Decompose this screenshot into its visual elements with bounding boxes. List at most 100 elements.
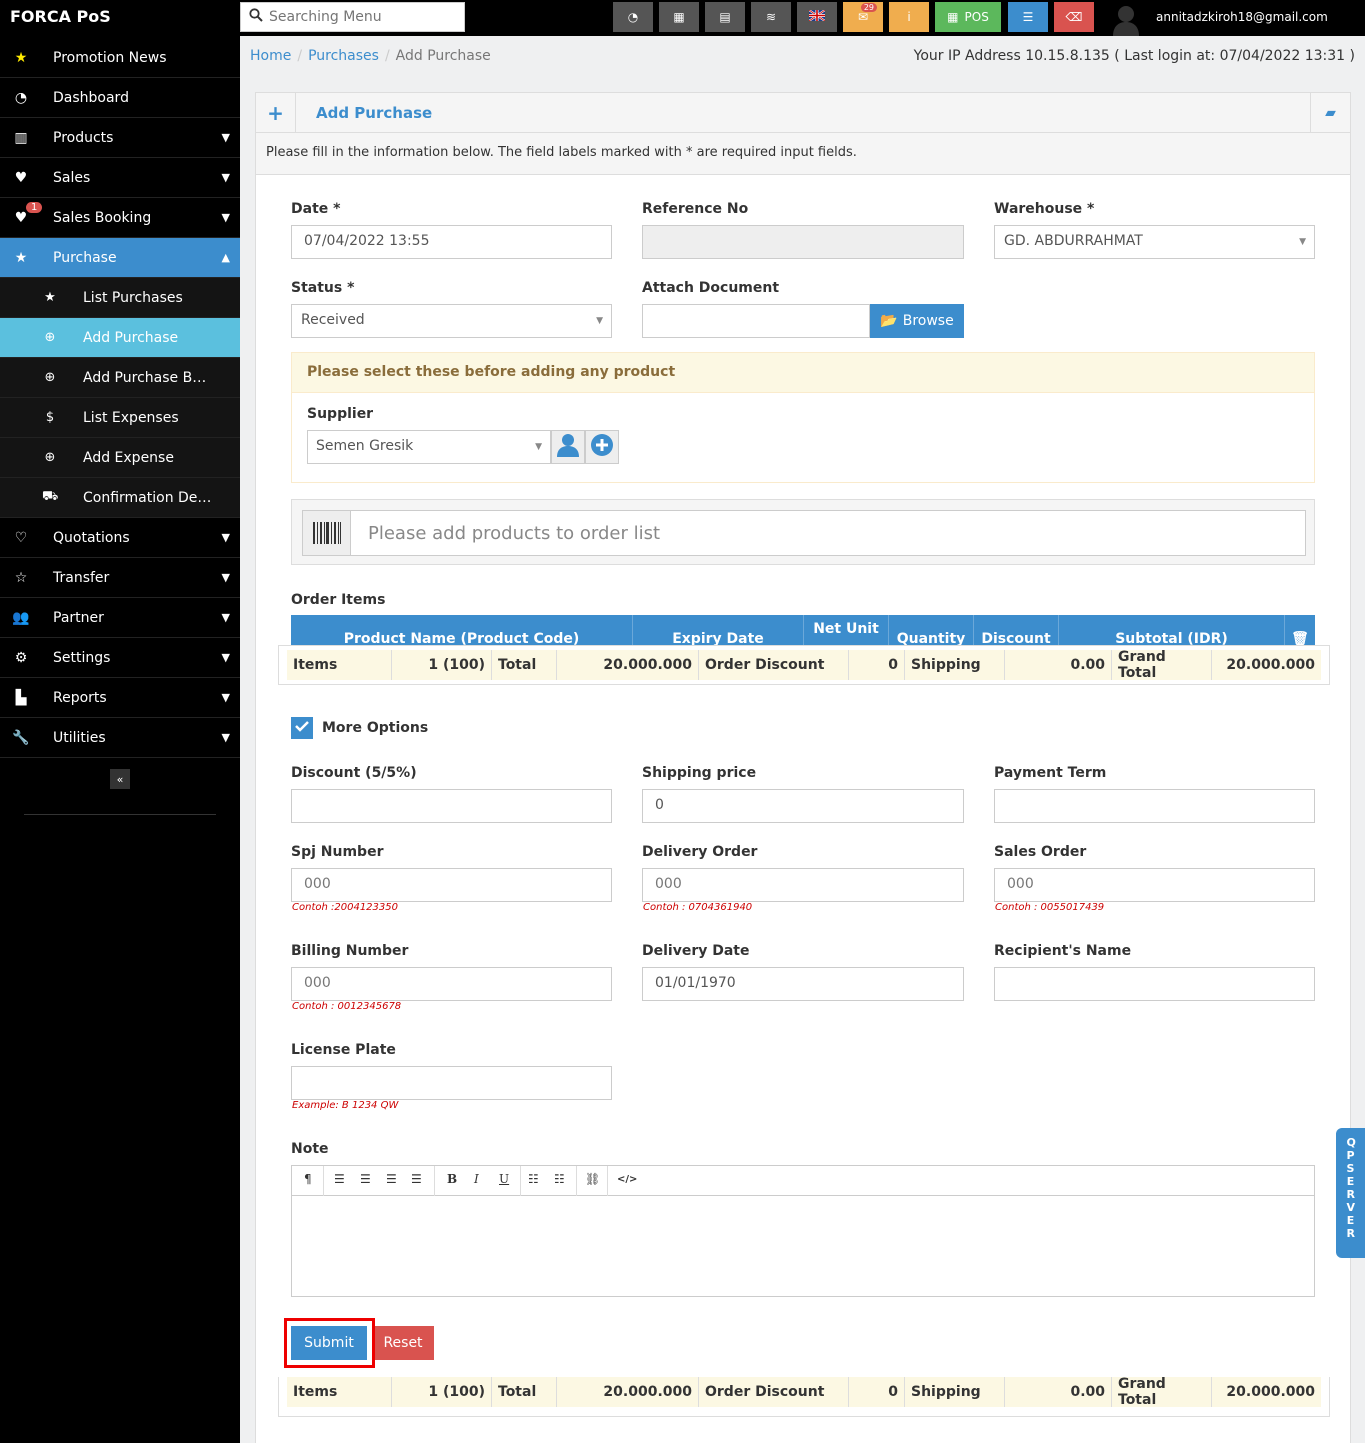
language-button[interactable] xyxy=(797,2,837,32)
attach-document-label: Attach Document xyxy=(642,280,780,296)
billing-number-field[interactable]: 000 xyxy=(291,967,612,1001)
code-view-button[interactable]: </> xyxy=(617,1174,637,1185)
reset-button[interactable]: Reset xyxy=(372,1326,434,1360)
pos-button[interactable]: ▦ POS xyxy=(935,2,1001,32)
trash-icon: 🗑 xyxy=(1291,631,1309,645)
sidebar-item-reports[interactable]: ▙ Reports ▼ xyxy=(0,678,240,718)
sidebar-item-sales-booking[interactable]: ♥ 1 Sales Booking ▼ xyxy=(0,198,240,238)
dashboard-icon: ◔ xyxy=(14,89,28,106)
eraser-button[interactable]: ⌫ xyxy=(1054,2,1094,32)
sidebar-item-label: Sales xyxy=(53,169,91,186)
align-justify-icon[interactable]: ☰ xyxy=(411,1172,422,1186)
search-input[interactable] xyxy=(269,9,449,25)
shipping-price-field[interactable]: 0 xyxy=(642,789,964,823)
info-button[interactable]: i xyxy=(889,2,929,32)
total-label: Total xyxy=(492,1377,557,1407)
sidebar-subitem-add-purchase-by[interactable]: ⊕ Add Purchase By ... xyxy=(0,358,240,398)
spj-number-field[interactable]: 000 xyxy=(291,868,612,902)
intro-text: Please fill in the information below. Th… xyxy=(256,133,1350,175)
list-button[interactable]: ☰ xyxy=(1008,2,1048,32)
date-field[interactable]: 07/04/2022 13:55 xyxy=(291,225,612,259)
breadcrumb-purchases[interactable]: Purchases xyxy=(308,48,379,64)
toolbar-separator xyxy=(434,1166,435,1196)
delivery-date-label: Delivery Date xyxy=(642,943,750,959)
brand-logo[interactable]: FORCA PoS xyxy=(10,7,111,26)
note-textarea[interactable] xyxy=(292,1196,1314,1296)
sales-order-field[interactable]: 000 xyxy=(994,868,1315,902)
bullet-list-icon[interactable]: ☷ xyxy=(528,1172,539,1186)
qp-server-tab[interactable]: QP SERVER xyxy=(1336,1128,1365,1258)
sidebar-subitem-list-expenses[interactable]: $ List Expenses xyxy=(0,398,240,438)
sidebar-subitem-confirmation-delivery[interactable]: ⛟ Confirmation Deli... xyxy=(0,478,240,518)
warehouse-select[interactable]: GD. ABDURRAHMAT ▼ xyxy=(994,225,1315,259)
user-email[interactable]: annitadzkiroh18@gmail.com xyxy=(1156,10,1328,24)
users-icon: 👥 xyxy=(12,609,30,626)
sidebar-item-sales[interactable]: ♥ Sales ▼ xyxy=(0,158,240,198)
delivery-date-field[interactable]: 01/01/1970 xyxy=(642,967,964,1001)
warehouse-label: Warehouse * xyxy=(994,201,1095,217)
sidebar-subitem-list-purchases[interactable]: ★ List Purchases xyxy=(0,278,240,318)
notifications-button[interactable]: ✉ 29 xyxy=(843,2,883,32)
discount-field[interactable] xyxy=(291,789,612,823)
checkmark-icon xyxy=(295,720,309,736)
breadcrumb-home[interactable]: Home xyxy=(250,48,291,64)
sidebar-subitem-add-expense[interactable]: ⊕ Add Expense xyxy=(0,438,240,478)
align-right-icon[interactable]: ☰ xyxy=(386,1172,397,1186)
plus-circle-icon: ⊕ xyxy=(44,370,56,385)
sidebar-item-products[interactable]: ▥ Products ▼ xyxy=(0,118,240,158)
italic-button[interactable]: I xyxy=(474,1172,479,1186)
delivery-order-field[interactable]: 000 xyxy=(642,868,964,902)
license-plate-field[interactable] xyxy=(291,1066,612,1100)
paragraph-format-button[interactable]: ¶ xyxy=(304,1172,312,1186)
column-header-expiry: Expiry Date xyxy=(633,615,804,645)
sidebar-item-promotion-news[interactable]: ★ Promotion News xyxy=(0,38,240,78)
sidebar-item-transfer[interactable]: ☆ Transfer ▼ xyxy=(0,558,240,598)
calculator-button[interactable]: ▦ xyxy=(659,2,699,32)
discount-label: Discount (5/5%) xyxy=(291,765,417,781)
sidebar-item-label: Promotion News xyxy=(53,49,167,66)
search-icon xyxy=(249,8,263,26)
dashboard-button[interactable]: ◔ xyxy=(613,2,653,32)
sidebar-item-partner[interactable]: 👥 Partner ▼ xyxy=(0,598,240,638)
underline-button[interactable]: U xyxy=(499,1172,509,1186)
sidebar-item-quotations[interactable]: ♡ Quotations ▼ xyxy=(0,518,240,558)
align-center-icon[interactable]: ☰ xyxy=(360,1172,371,1186)
sidebar-subitem-label: Add Purchase By ... xyxy=(83,369,213,386)
payment-term-field[interactable] xyxy=(994,789,1315,823)
plus-circle-icon: ⊕ xyxy=(44,330,56,345)
sidebar-item-settings[interactable]: ⚙ Settings ▼ xyxy=(0,638,240,678)
chevron-down-icon: ▼ xyxy=(221,531,230,544)
add-product-input[interactable]: Please add products to order list xyxy=(302,510,1306,556)
view-supplier-button[interactable] xyxy=(551,430,585,464)
sidebar-item-purchase[interactable]: ★ Purchase ▲ xyxy=(0,238,240,278)
bold-button[interactable]: B xyxy=(447,1172,457,1186)
add-supplier-button[interactable] xyxy=(585,430,619,464)
status-select[interactable]: Received ▼ xyxy=(291,304,612,338)
browse-button[interactable]: 📂 Browse xyxy=(870,304,964,338)
css-button[interactable]: ≋ xyxy=(751,2,791,32)
sidebar-item-label: Sales Booking xyxy=(53,209,152,226)
recipient-name-field[interactable] xyxy=(994,967,1315,1001)
sidebar-collapse-button[interactable]: « xyxy=(110,769,130,789)
numbered-list-icon[interactable]: ☷ xyxy=(554,1172,565,1186)
align-left-icon[interactable]: ☰ xyxy=(334,1172,345,1186)
supplier-select[interactable]: Semen Gresik ▼ xyxy=(307,430,551,464)
attach-document-input[interactable] xyxy=(642,304,870,338)
user-avatar[interactable] xyxy=(1110,0,1142,36)
total-value: 20.000.000 xyxy=(557,650,699,680)
calendar-button[interactable]: ▤ xyxy=(705,2,745,32)
sidebar-item-utilities[interactable]: 🔧 Utilities ▼ xyxy=(0,718,240,758)
grid-icon: ▦ xyxy=(947,10,959,24)
sidebar-item-dashboard[interactable]: ◔ Dashboard xyxy=(0,78,240,118)
caret-down-icon: ▼ xyxy=(1299,237,1306,247)
dollar-icon: $ xyxy=(45,410,55,425)
sales-order-hint: Contoh : 0055017439 xyxy=(995,902,1105,913)
totals-row: Items 1 (100) Total 20.000.000 Order Dis… xyxy=(287,1376,1321,1408)
grand-total-label: Grand Total xyxy=(1112,1376,1212,1408)
menu-search[interactable] xyxy=(240,2,465,32)
more-options-label[interactable]: More Options xyxy=(322,720,428,736)
link-icon[interactable]: ⛓ xyxy=(585,1172,600,1186)
more-options-checkbox[interactable] xyxy=(291,717,313,739)
sidebar-subitem-add-purchase[interactable]: ⊕ Add Purchase xyxy=(0,318,240,358)
book-icon[interactable]: ▰ xyxy=(1310,93,1350,133)
